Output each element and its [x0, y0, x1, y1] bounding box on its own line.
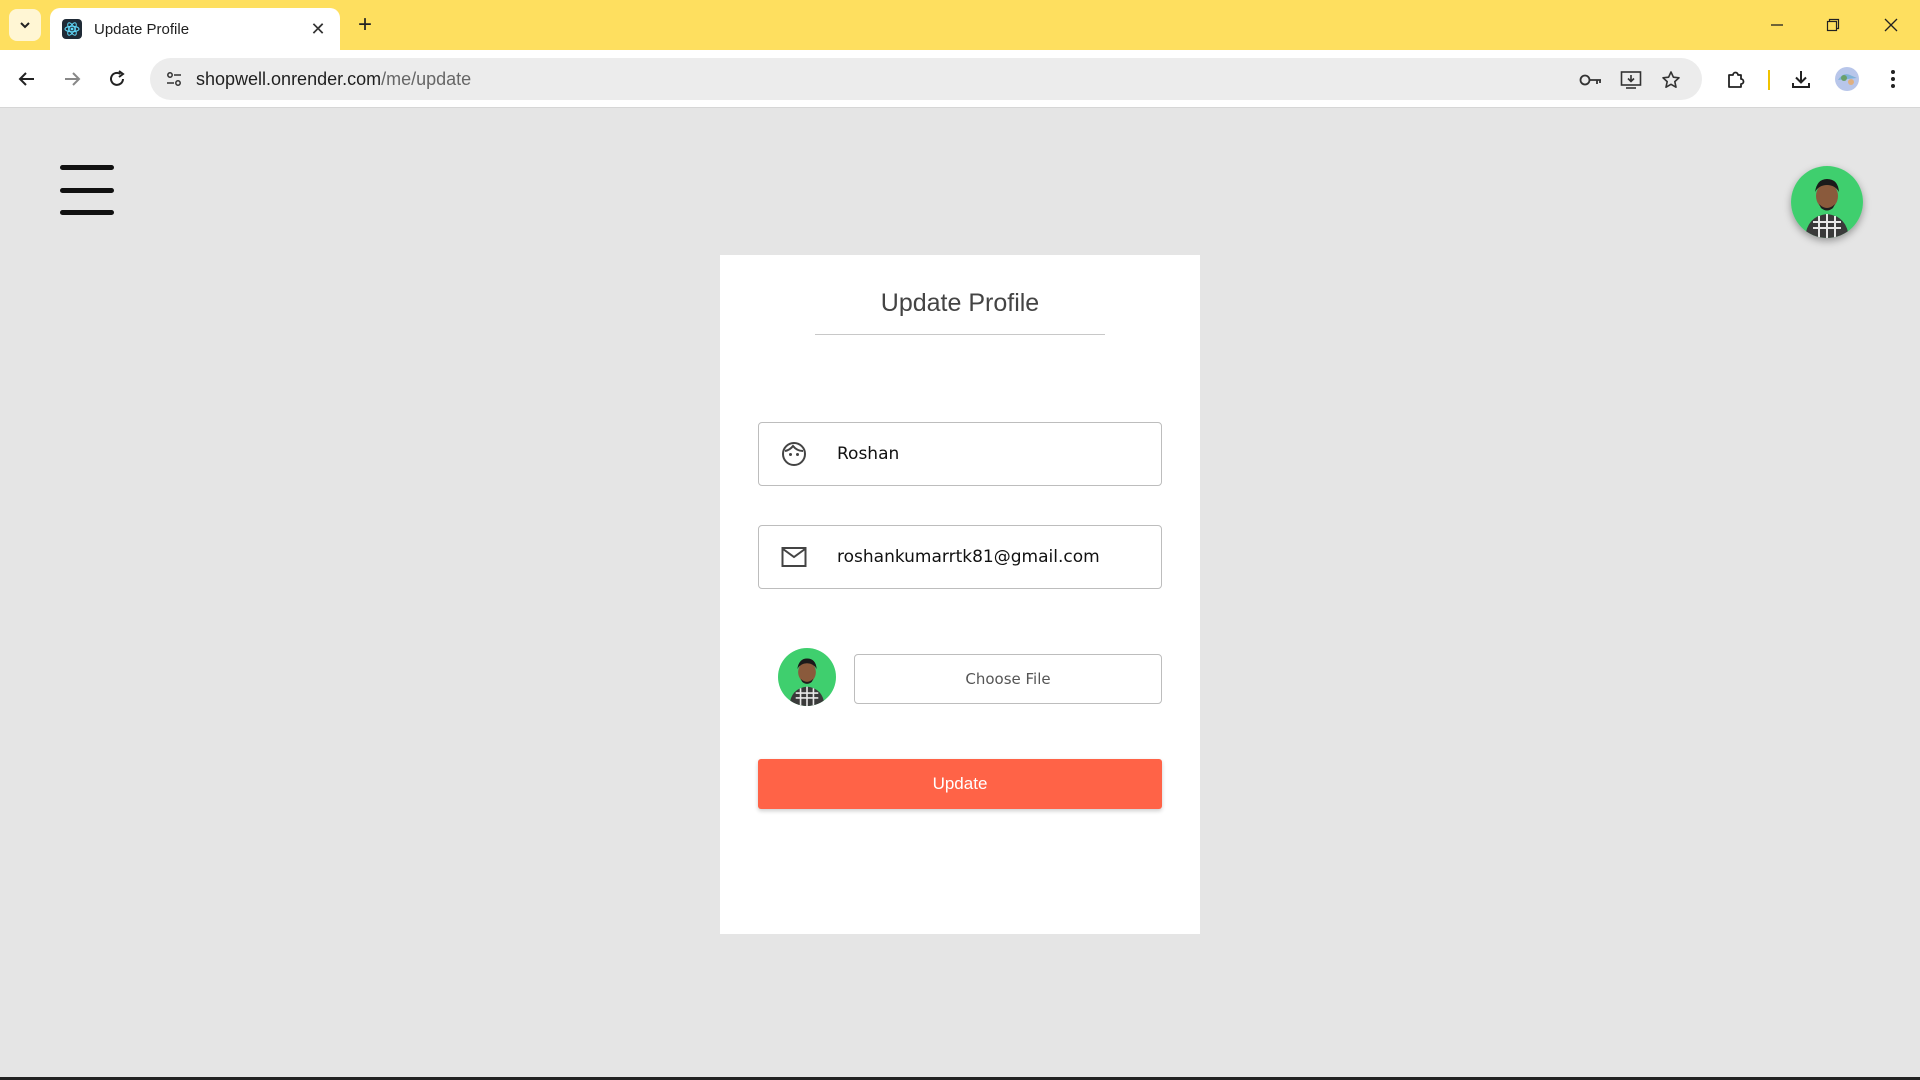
choose-file-button[interactable]: Choose File: [854, 654, 1162, 704]
reload-icon: [110, 70, 125, 86]
react-favicon-icon: [62, 19, 82, 39]
url-host: shopwell.onrender.com: [196, 69, 382, 89]
menu-line: [60, 187, 114, 193]
user-avatar-photo: [1791, 166, 1863, 238]
extensions-puzzle-icon[interactable]: [1721, 64, 1751, 94]
new-tab-button[interactable]: +: [350, 10, 380, 40]
address-bar[interactable]: shopwell.onrender.com/me/update: [150, 58, 1702, 100]
email-field[interactable]: [758, 525, 1162, 589]
minimize-icon[interactable]: [1762, 10, 1792, 40]
hamburger-menu-icon[interactable]: [60, 165, 114, 215]
tab-search-button[interactable]: [9, 9, 41, 41]
user-avatar-button[interactable]: [1791, 166, 1863, 238]
page-title: Update Profile: [880, 289, 1040, 317]
menu-line: [60, 210, 114, 215]
update-button[interactable]: Update: [758, 759, 1162, 809]
close-tab-icon[interactable]: ✕: [308, 19, 328, 39]
update-profile-card: Update Profile Choose File: [720, 255, 1200, 934]
toolbar-separator: [1768, 70, 1770, 90]
name-input[interactable]: [837, 444, 1157, 464]
password-key-icon[interactable]: [1578, 67, 1604, 93]
site-info-icon[interactable]: [160, 65, 188, 93]
title-divider: [815, 334, 1105, 335]
bookmark-star-icon[interactable]: [1658, 67, 1684, 93]
url-path: /me/update: [381, 69, 472, 89]
back-button[interactable]: [10, 62, 44, 96]
forward-button[interactable]: [55, 62, 89, 96]
restore-icon[interactable]: [1818, 10, 1848, 40]
avatar-preview-photo: [778, 648, 836, 706]
name-field[interactable]: [758, 422, 1162, 486]
url-text: shopwell.onrender.com/me/update: [196, 69, 471, 90]
menu-line: [60, 165, 114, 170]
downloads-icon[interactable]: [1786, 64, 1816, 94]
browser-toolbar: shopwell.onrender.com/me/update: [0, 50, 1920, 108]
browser-tab[interactable]: Update Profile ✕: [50, 8, 340, 50]
mail-icon: [779, 542, 809, 572]
reload-button[interactable]: [100, 62, 134, 96]
install-app-icon[interactable]: [1618, 67, 1644, 93]
more-menu-icon[interactable]: [1878, 64, 1908, 94]
page-viewport: Update Profile Choose File: [0, 109, 1920, 1077]
arrow-right-icon: [65, 72, 81, 86]
tab-title: Update Profile: [94, 20, 190, 38]
face-icon: [779, 439, 809, 469]
arrow-left-icon: [18, 72, 34, 86]
avatar-preview: [778, 648, 836, 706]
browser-tab-bar: Update Profile ✕ +: [0, 0, 1920, 50]
close-window-icon[interactable]: [1876, 10, 1906, 40]
chevron-down-icon: [20, 22, 30, 29]
email-input[interactable]: [837, 547, 1157, 567]
chrome-profile-avatar-icon[interactable]: [1832, 64, 1862, 94]
